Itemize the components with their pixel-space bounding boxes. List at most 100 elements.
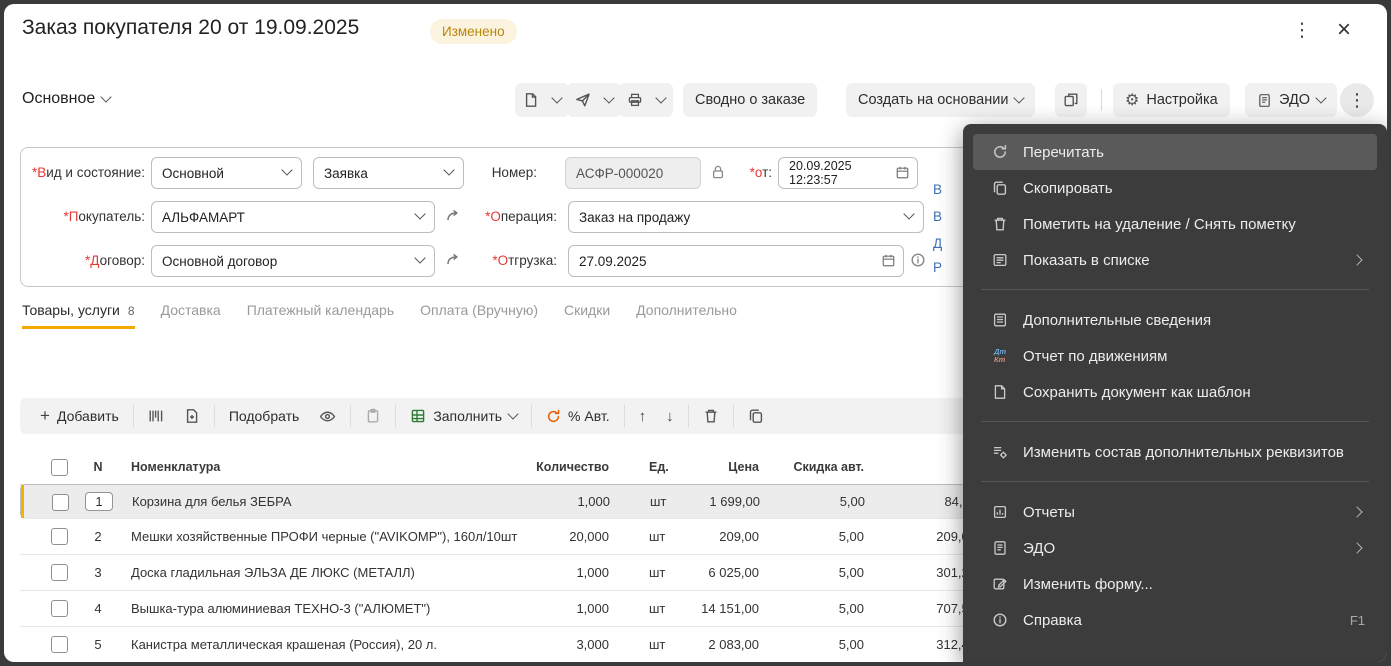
tab-discounts[interactable]: Скидки [564, 302, 610, 326]
cell-discount[interactable]: 5,00 [776, 627, 864, 662]
open-link-icon[interactable] [445, 208, 461, 224]
row-checkbox[interactable] [51, 600, 68, 617]
cell-nomenclatura[interactable]: Вышка-тура алюминиевая ТЕХНО-3 ("АЛЮМЕТ"… [131, 591, 491, 626]
section-selector[interactable]: Основное [22, 90, 112, 108]
order-summary-button[interactable]: Сводно о заказе [683, 83, 818, 117]
paste-button[interactable] [355, 402, 391, 430]
cell-discount-sum[interactable]: 707,55 [876, 591, 976, 626]
fill-button[interactable]: Заполнить [400, 402, 527, 430]
menu-item-mark-deletion[interactable]: Пометить на удаление / Снять пометку [973, 206, 1377, 242]
row-checkbox[interactable] [51, 564, 68, 581]
menu-item-movements-report[interactable]: Дт Кт Отчет по движениям [973, 338, 1377, 374]
delete-row-button[interactable] [693, 402, 729, 430]
cell-discount-sum[interactable]: 84,95 [877, 485, 977, 518]
tab-payment-calendar[interactable]: Платежный календарь [247, 302, 394, 326]
more-actions-button[interactable]: ⋮ [1340, 83, 1374, 117]
pick-items-button[interactable]: Подобрать [219, 402, 310, 430]
header-n[interactable]: N [82, 450, 114, 484]
cell-discount[interactable]: 5,00 [776, 555, 864, 590]
move-up-button[interactable]: ↑ [629, 402, 657, 430]
toggle-view-button[interactable] [309, 402, 346, 430]
cell-discount[interactable]: 5,00 [776, 591, 864, 626]
menu-item-reread[interactable]: Перечитать [973, 134, 1377, 170]
truncated-link[interactable]: В [933, 182, 942, 197]
tab-goods-services[interactable]: Товары, услуги 8 [22, 302, 135, 329]
info-icon[interactable] [910, 252, 926, 268]
row-number[interactable]: 5 [82, 627, 114, 662]
from-datetime-field[interactable]: 20.09.2025 12:23:57 [778, 157, 918, 189]
cell-discount[interactable]: 5,00 [776, 519, 864, 554]
cell-discount-sum[interactable]: 209,00 [876, 519, 976, 554]
copy-row-button[interactable] [738, 402, 774, 430]
row-number[interactable]: 3 [82, 555, 114, 590]
cell-nomenclature[interactable]: Мешки хозяйственные ПРОФИ черные ("AVIKO… [131, 519, 551, 554]
close-button[interactable]: × [1326, 12, 1362, 48]
cell-quantity[interactable]: 3,000 [490, 627, 609, 662]
shipment-date-field[interactable]: 27.09.2025 [568, 245, 904, 277]
cell-discount-sum[interactable]: 312,45 [876, 627, 976, 662]
menu-item-edit-additional-attributes[interactable]: Изменить состав дополнительных реквизито… [973, 434, 1377, 470]
menu-item-edo[interactable]: ЭДО [973, 530, 1377, 566]
row-number[interactable]: 2 [82, 519, 114, 554]
cell-price[interactable]: 6 025,00 [630, 555, 759, 590]
menu-item-show-in-list[interactable]: Показать в списке [973, 242, 1377, 278]
buyer-select[interactable]: АЛЬФАМАРТ [151, 201, 435, 233]
select-all-checkbox[interactable] [51, 459, 68, 476]
row-number-value[interactable]: 1 [85, 492, 113, 511]
menu-item-change-form[interactable]: Изменить форму... [973, 566, 1377, 602]
cell-nomenclature[interactable]: Доска гладильная ЭЛЬЗА ДЕ ЛЮКС (МЕТАЛЛ) [131, 555, 491, 590]
menu-item-reports[interactable]: Отчеты [973, 494, 1377, 530]
cell-quantity[interactable]: 1,000 [490, 555, 609, 590]
calendar-icon[interactable] [881, 253, 896, 268]
barcode-button[interactable] [138, 402, 174, 430]
header-price[interactable]: Цена [630, 450, 759, 484]
cell-quantity[interactable]: 1,000 [490, 591, 609, 626]
add-document-button[interactable] [174, 402, 210, 430]
tab-payment-manual[interactable]: Оплата (Вручную) [420, 302, 538, 326]
print-button[interactable] [619, 83, 673, 117]
tab-delivery[interactable]: Доставка [161, 302, 221, 326]
cell-price[interactable]: 209,00 [630, 519, 759, 554]
menu-item-copy[interactable]: Скопировать [973, 170, 1377, 206]
cell-price[interactable]: 1 699,00 [631, 485, 760, 518]
cell-price[interactable]: 2 083,00 [630, 627, 759, 662]
row-checkbox[interactable] [51, 636, 68, 653]
cell-price[interactable]: 14 151,00 [630, 591, 759, 626]
cell-discount[interactable]: 5,00 [777, 485, 865, 518]
calendar-icon[interactable] [895, 165, 910, 180]
cell-quantity[interactable]: 20,000 [490, 519, 609, 554]
tab-additional[interactable]: Дополнительно [636, 302, 737, 326]
auto-discount-button[interactable]: % Авт. [536, 402, 620, 430]
edo-button[interactable]: ЭДО [1245, 83, 1338, 117]
row-checkbox[interactable] [51, 528, 68, 545]
number-field[interactable]: АСФР-000020 [565, 157, 701, 189]
header-discount[interactable]: Скидка авт. [776, 450, 864, 484]
contract-select[interactable]: Основной договор [151, 245, 435, 277]
operation-select[interactable]: Заказ на продажу [568, 201, 924, 233]
related-documents-button[interactable] [1055, 83, 1087, 117]
truncated-link[interactable]: Р [933, 260, 942, 275]
kind-select[interactable]: Основной [151, 157, 302, 189]
row-checkbox[interactable] [52, 494, 69, 511]
move-down-button[interactable]: ↓ [656, 402, 684, 430]
menu-item-save-as-template[interactable]: Сохранить документ как шаблон [973, 374, 1377, 410]
header-quantity[interactable]: Количество [490, 450, 609, 484]
send-button[interactable] [567, 83, 621, 117]
header-nomenclature[interactable]: Номенклатура [131, 450, 491, 484]
create-based-on-button[interactable]: Создать на основании [846, 83, 1036, 117]
truncated-link[interactable]: В [933, 209, 942, 224]
menu-item-help[interactable]: Справка F1 [973, 602, 1377, 638]
post-document-button[interactable] [515, 83, 569, 117]
cell-nomenclature[interactable]: Корзина для белья ЗЕБРА [132, 485, 492, 518]
add-row-button[interactable]: + Добавить [30, 402, 129, 430]
truncated-link[interactable]: Д [933, 236, 942, 251]
settings-button[interactable]: ⚙ Настройка [1113, 83, 1230, 117]
cell-discount-sum[interactable]: 301,25 [876, 555, 976, 590]
menu-item-additional-info[interactable]: Дополнительные сведения [973, 302, 1377, 338]
open-link-icon[interactable] [445, 252, 461, 268]
state-select[interactable]: Заявка [313, 157, 464, 189]
cell-nomenclature[interactable]: Канистра металлическая крашеная (Россия)… [131, 627, 491, 662]
cell-quantity[interactable]: 1,000 [491, 485, 610, 518]
window-menu-button[interactable]: ⋮ [1284, 12, 1320, 48]
row-number[interactable]: 4 [82, 591, 114, 626]
